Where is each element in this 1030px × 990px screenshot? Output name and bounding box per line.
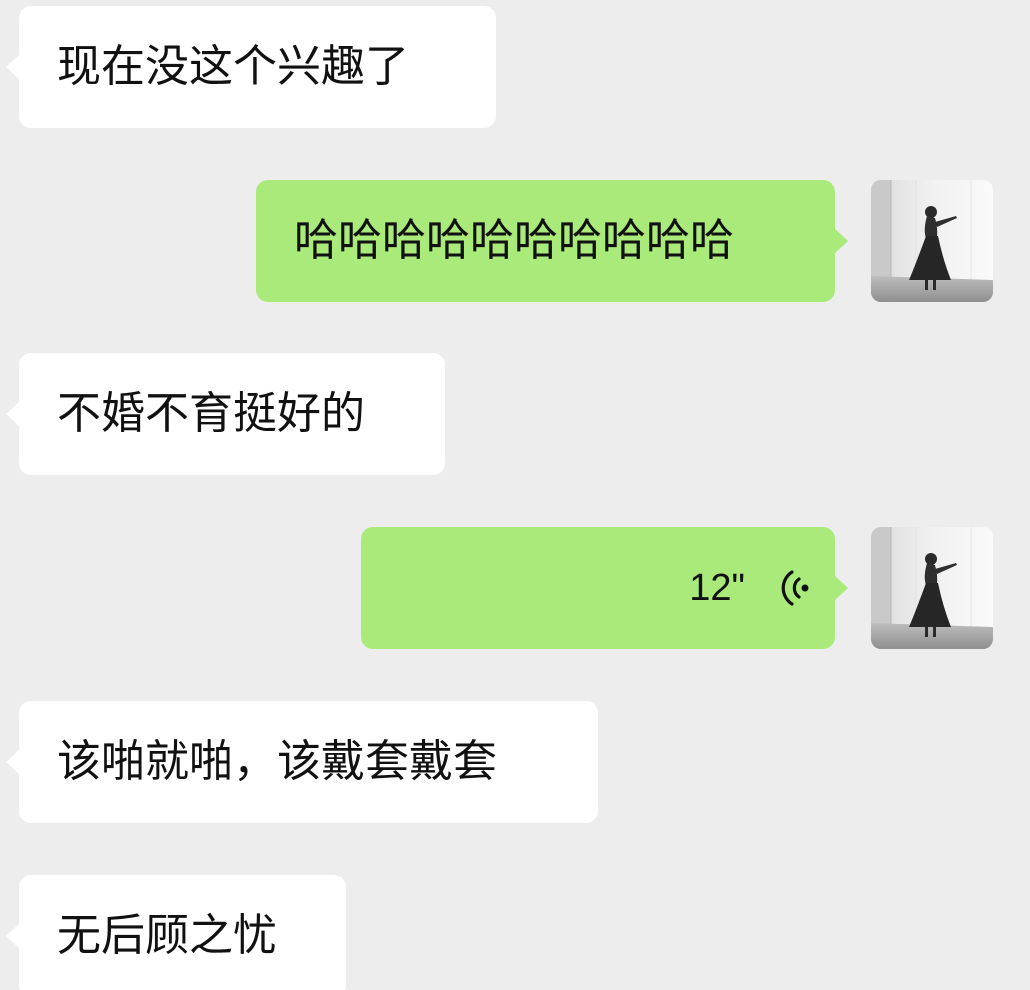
voice-duration: 12"	[689, 567, 745, 609]
message-bubble-incoming[interactable]: 不婚不育挺好的	[6, 353, 445, 475]
avatar-photo-icon	[871, 527, 993, 649]
avatar[interactable]	[871, 180, 993, 302]
voice-wave-icon	[781, 570, 809, 606]
message-bubble-incoming[interactable]: 现在没这个兴趣了	[6, 6, 496, 128]
message-text: 不婚不育挺好的	[57, 388, 365, 439]
message-bubble-incoming[interactable]: 该啪就啪，该戴套戴套	[6, 701, 598, 823]
message-text: 该啪就啪，该戴套戴套	[57, 736, 497, 787]
voice-message-bubble[interactable]: 12"	[361, 527, 848, 649]
avatar[interactable]	[871, 527, 993, 649]
message-bubble-outgoing[interactable]: 哈哈哈哈哈哈哈哈哈哈	[256, 180, 848, 302]
message-text: 无后顾之忧	[57, 910, 277, 961]
message-bubble-incoming[interactable]: 无后顾之忧	[6, 875, 346, 990]
avatar-photo-icon	[871, 180, 993, 302]
message-text: 哈哈哈哈哈哈哈哈哈哈	[294, 215, 734, 266]
chat-area: 现在没这个兴趣了 哈哈哈哈哈哈哈哈哈哈 不婚不育挺好的 12" 该啪就啪，该戴套…	[0, 0, 1030, 990]
message-text: 现在没这个兴趣了	[57, 41, 409, 92]
